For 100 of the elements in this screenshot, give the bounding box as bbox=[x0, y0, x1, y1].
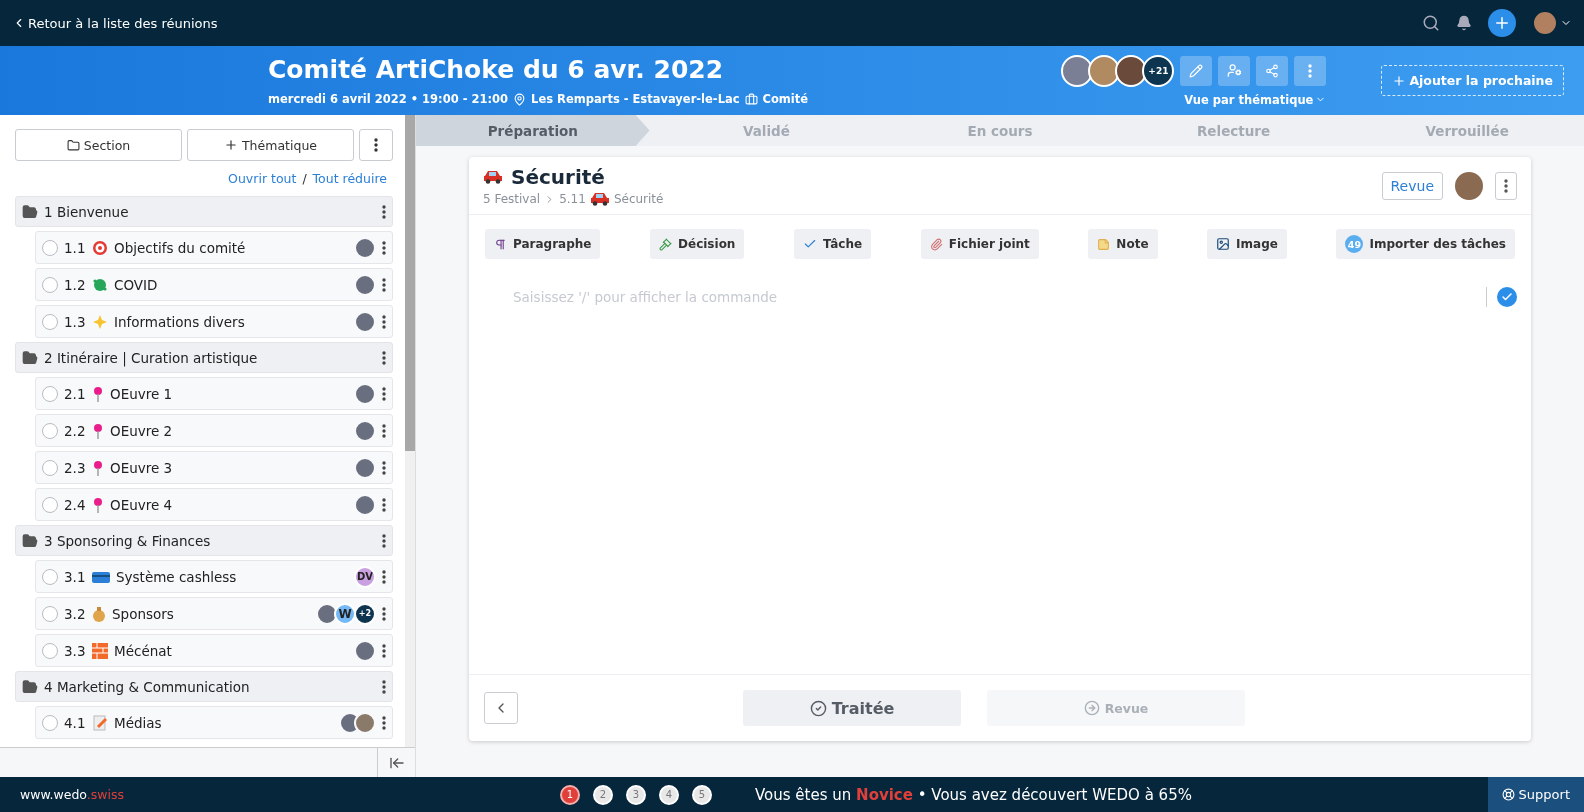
gavel-icon bbox=[659, 237, 673, 251]
previous-button[interactable] bbox=[484, 692, 518, 724]
add-topic-button[interactable]: Thématique bbox=[187, 129, 354, 161]
topic-number: 2.3 bbox=[64, 459, 86, 476]
status-radio[interactable] bbox=[42, 605, 58, 622]
insert-block-button[interactable]: Décision bbox=[650, 229, 745, 259]
topic-number: 2.4 bbox=[64, 496, 86, 513]
topic-icon bbox=[92, 642, 108, 659]
circle-check-icon bbox=[809, 699, 827, 717]
step-tab[interactable]: Préparation bbox=[416, 115, 650, 146]
topic-icon bbox=[92, 239, 108, 256]
topic-icon bbox=[92, 714, 108, 731]
search-icon[interactable] bbox=[1422, 14, 1440, 32]
more-button[interactable] bbox=[359, 129, 393, 161]
topic-label: COVID bbox=[114, 276, 159, 293]
topic-row[interactable]: 4.1 Médias bbox=[35, 706, 393, 739]
topic-row[interactable]: 1.3 Informations divers bbox=[35, 305, 393, 338]
topic-row[interactable]: 3.3 Mécénat bbox=[35, 634, 393, 667]
insert-block-button[interactable]: Fichier joint bbox=[920, 229, 1039, 259]
insert-block-button[interactable]: Note bbox=[1088, 229, 1158, 259]
kebab-icon[interactable] bbox=[382, 715, 386, 730]
kebab-icon[interactable] bbox=[382, 606, 386, 621]
bell-icon[interactable] bbox=[1456, 15, 1472, 31]
user-avatar[interactable] bbox=[1532, 10, 1558, 36]
status-radio[interactable] bbox=[42, 239, 58, 256]
status-radio[interactable] bbox=[42, 422, 58, 439]
insert-block-button[interactable]: 49 Importer des tâches bbox=[1336, 229, 1515, 259]
add-button[interactable] bbox=[1488, 9, 1516, 37]
kebab-icon[interactable] bbox=[382, 240, 386, 255]
more-count: +2 bbox=[354, 602, 376, 625]
kebab-icon[interactable] bbox=[382, 423, 386, 438]
section-row[interactable]: 2 Itinéraire | Curation artistique bbox=[15, 342, 393, 373]
topic-label: Sponsors bbox=[112, 605, 175, 622]
kebab-icon[interactable] bbox=[382, 643, 386, 658]
topic-label: OEuvre 2 bbox=[110, 422, 174, 439]
section-row[interactable]: 4 Marketing & Communication bbox=[15, 671, 393, 702]
insert-block-button[interactable]: Image bbox=[1207, 229, 1287, 259]
status-radio[interactable] bbox=[42, 459, 58, 476]
topic-icon bbox=[92, 569, 110, 584]
share-button[interactable] bbox=[1256, 55, 1289, 86]
topic-icon bbox=[92, 422, 104, 439]
topic-number: 3.2 bbox=[64, 605, 86, 622]
topic-row[interactable]: 3.1 Système cashless DV bbox=[35, 560, 393, 593]
kebab-icon[interactable] bbox=[382, 533, 386, 548]
kebab-icon bbox=[1308, 63, 1313, 78]
status-radio[interactable] bbox=[42, 313, 58, 330]
kebab-icon[interactable] bbox=[382, 350, 386, 365]
topic-row[interactable]: 2.2 OEuvre 2 bbox=[35, 414, 393, 447]
kebab-icon[interactable] bbox=[382, 497, 386, 512]
status-radio[interactable] bbox=[42, 714, 58, 731]
topic-row[interactable]: 2.1 OEuvre 1 bbox=[35, 377, 393, 410]
kebab-icon[interactable] bbox=[382, 386, 386, 401]
more-participants[interactable]: +21 bbox=[1142, 54, 1175, 87]
more-button[interactable] bbox=[1495, 171, 1517, 200]
topic-icon bbox=[92, 276, 108, 293]
participants-button[interactable] bbox=[1218, 55, 1251, 86]
more-button[interactable] bbox=[1294, 55, 1327, 86]
topic-row[interactable]: 1.1 Objectifs du comité bbox=[35, 231, 393, 264]
meeting-location: Les Remparts - Estavayer-le-Lac bbox=[531, 92, 740, 106]
site-link[interactable]: www.wedo.swiss bbox=[0, 787, 560, 802]
open-all-link[interactable]: Ouvrir tout bbox=[228, 171, 297, 186]
level-badge: 5 bbox=[692, 784, 712, 805]
kebab-icon bbox=[374, 138, 378, 152]
kebab-icon[interactable] bbox=[382, 569, 386, 584]
topic-row[interactable]: 3.2 Sponsors W +2 bbox=[35, 597, 393, 630]
collapse-all-link[interactable]: Tout réduire bbox=[312, 171, 387, 186]
topic-row[interactable]: 1.2 COVID bbox=[35, 268, 393, 301]
topic-number: 3.1 bbox=[64, 568, 86, 585]
status-radio[interactable] bbox=[42, 385, 58, 402]
status-radio[interactable] bbox=[42, 568, 58, 585]
kebab-icon[interactable] bbox=[382, 314, 386, 329]
support-button[interactable]: Support bbox=[1487, 777, 1584, 812]
scrollbar[interactable] bbox=[405, 115, 415, 747]
kebab-icon[interactable] bbox=[382, 679, 386, 694]
check-icon[interactable] bbox=[1497, 287, 1517, 307]
insert-block-button[interactable]: Tâche bbox=[794, 229, 872, 259]
kebab-icon[interactable] bbox=[382, 204, 386, 219]
status-radio[interactable] bbox=[42, 276, 58, 293]
topic-label: Médias bbox=[114, 714, 163, 731]
kebab-icon[interactable] bbox=[382, 277, 386, 292]
section-row[interactable]: 3 Sponsoring & Finances bbox=[15, 525, 393, 556]
avatar-initials: W bbox=[334, 602, 356, 625]
status-radio[interactable] bbox=[42, 496, 58, 513]
review-button[interactable]: Revue bbox=[1381, 171, 1443, 200]
car-icon bbox=[483, 170, 503, 184]
editor-input[interactable]: Saisissez '/' pour afficher la commande bbox=[511, 287, 1487, 307]
edit-button[interactable] bbox=[1180, 55, 1213, 86]
topic-row[interactable]: 2.4 OEuvre 4 bbox=[35, 488, 393, 521]
add-section-button[interactable]: Section bbox=[15, 129, 182, 161]
kebab-icon bbox=[1504, 178, 1508, 193]
pin-icon bbox=[513, 92, 527, 106]
topic-row[interactable]: 2.3 OEuvre 3 bbox=[35, 451, 393, 484]
section-row[interactable]: 1 Bienvenue bbox=[15, 196, 393, 227]
kebab-icon[interactable] bbox=[382, 460, 386, 475]
image-icon bbox=[1216, 237, 1231, 251]
user-gear-icon bbox=[1226, 63, 1242, 78]
insert-block-button[interactable]: Paragraphe bbox=[485, 229, 601, 259]
status-radio[interactable] bbox=[42, 642, 58, 659]
sticky-note-icon bbox=[1097, 237, 1111, 251]
done-button[interactable]: Traitée bbox=[743, 690, 961, 726]
